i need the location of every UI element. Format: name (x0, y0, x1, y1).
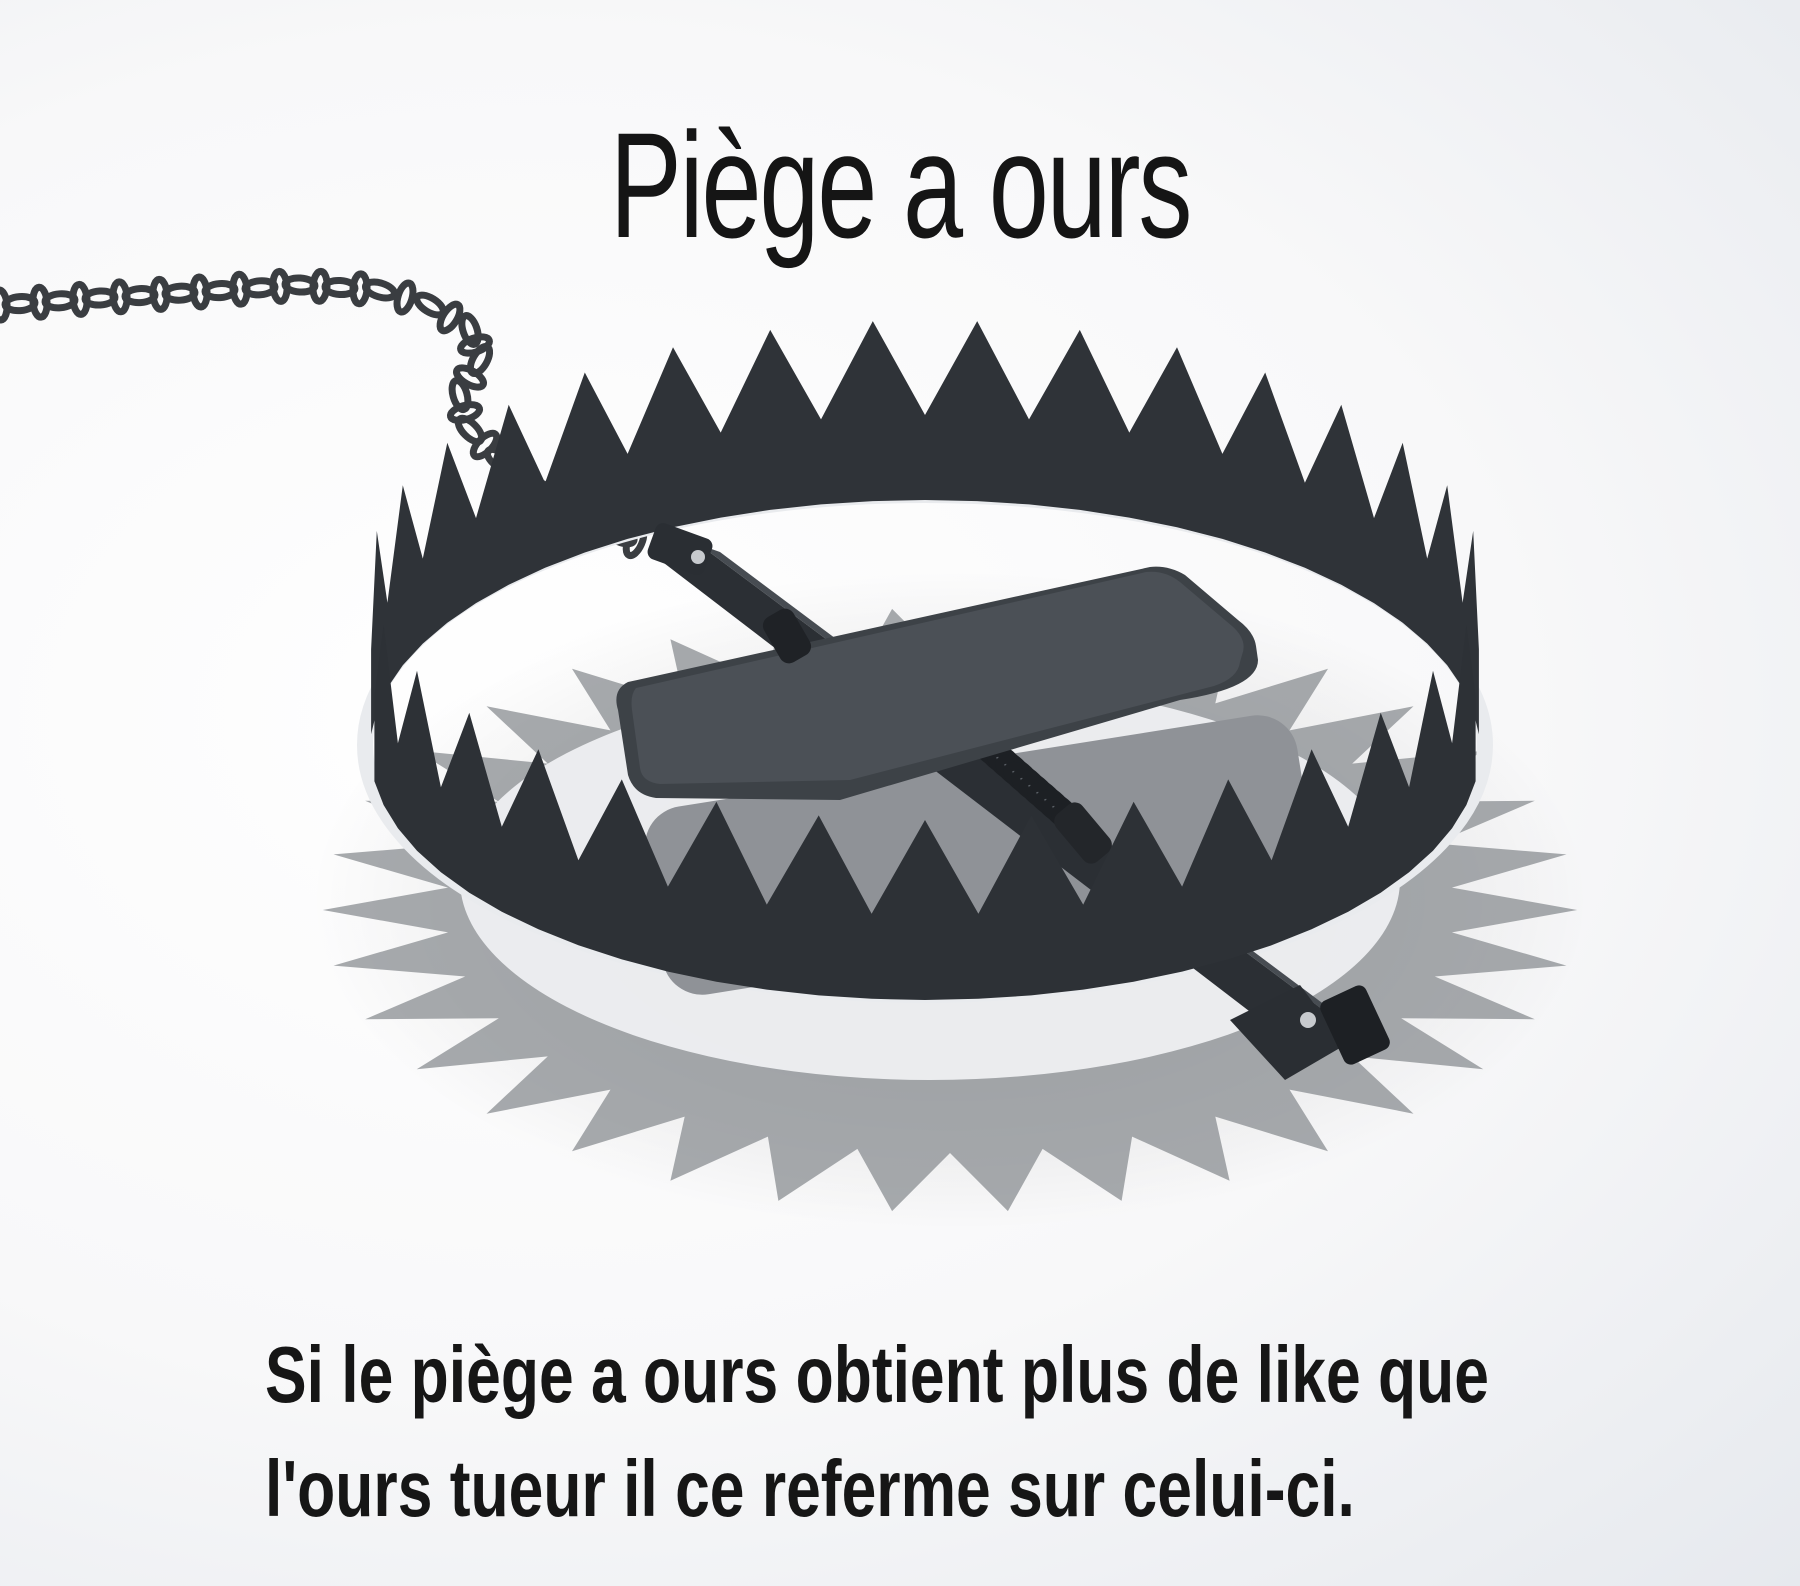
chain-link (393, 279, 417, 316)
caption-line-1: Si le piège a ours obtient plus de like … (265, 1330, 1489, 1419)
caption-line-2: l'ours tueur il ce referme sur celui-ci. (265, 1444, 1355, 1533)
caption: Si le piège a ours obtient plus de like … (265, 1318, 1489, 1546)
